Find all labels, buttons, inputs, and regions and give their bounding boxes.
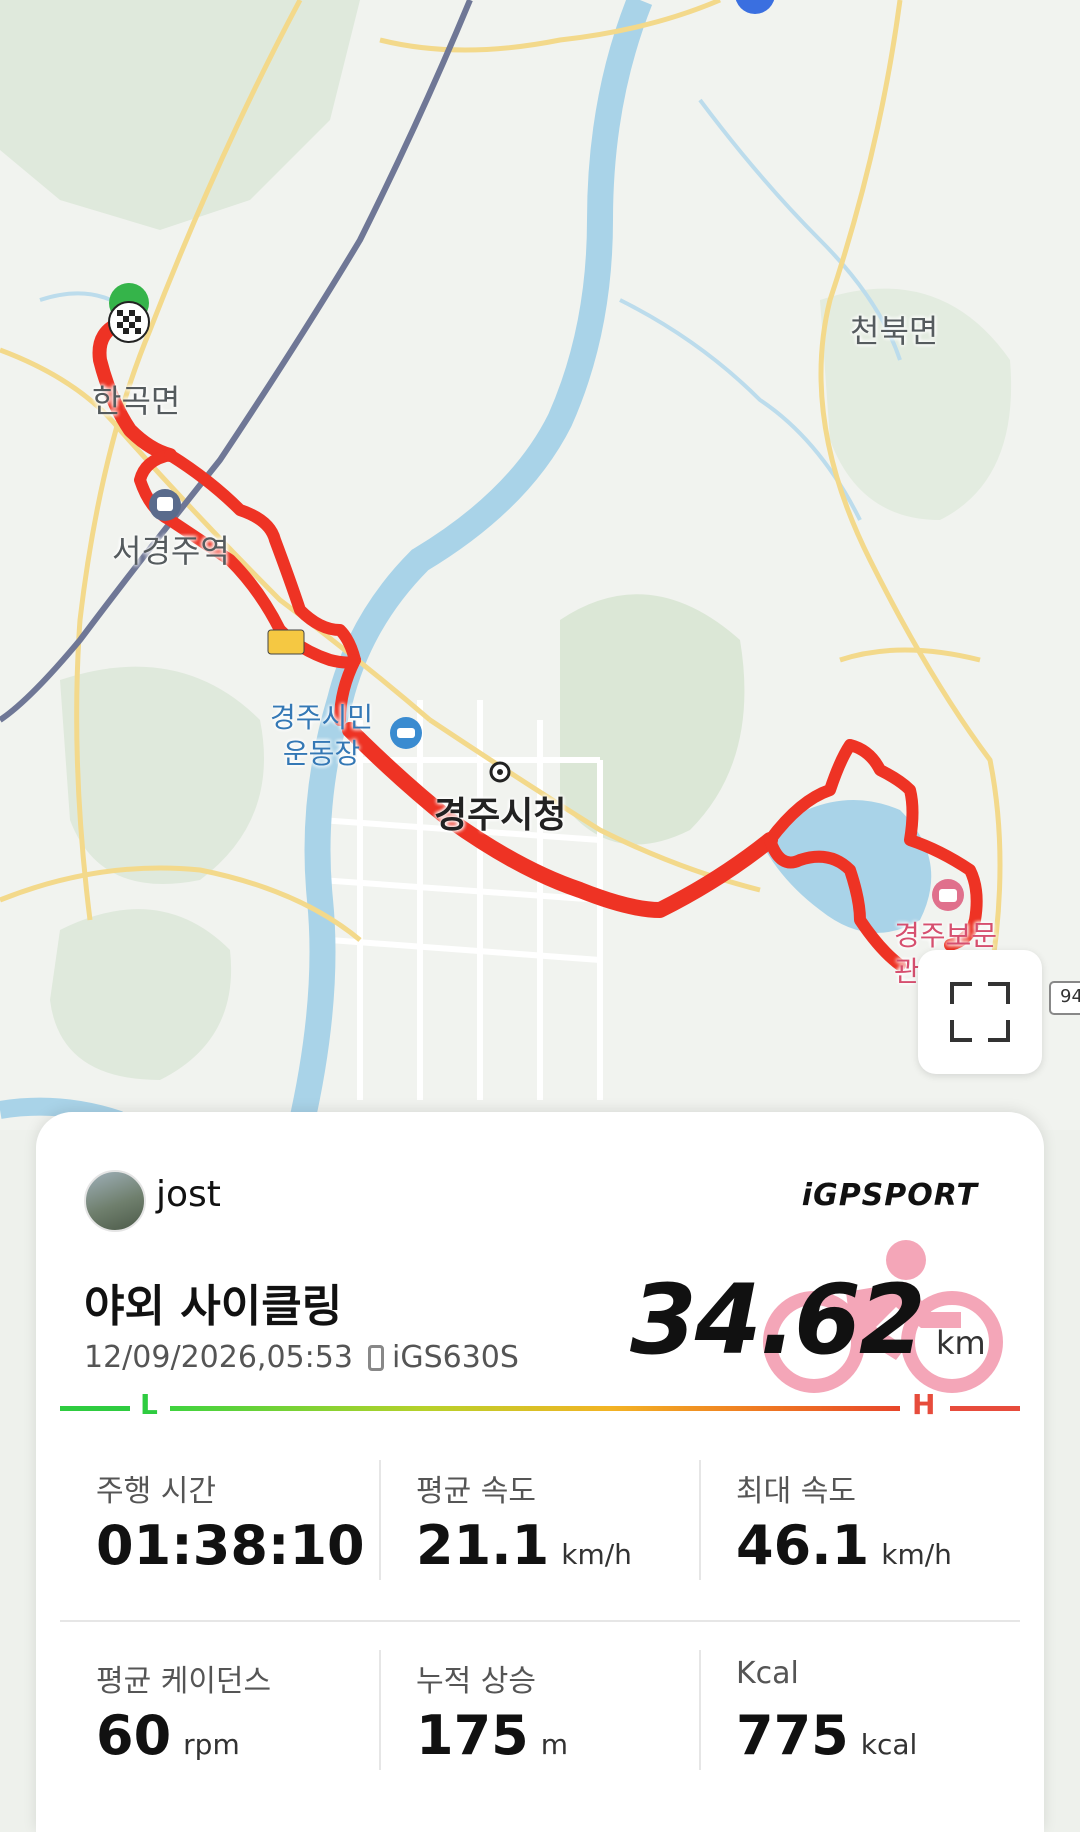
total-distance: 34.62 [630,1264,926,1376]
route-shield-number: 94 [1060,986,1080,1007]
activity-title: 야외 사이클링 [84,1281,343,1332]
stat-value: 21.1 km/h [416,1514,632,1577]
map-label-bomun: 경주보문 [894,919,998,952]
intensity-high-label: H [912,1388,936,1421]
stat-value: 01:38:10 [96,1514,365,1577]
route-map[interactable]: 한곡면 서경주역 천북면 경주시민 운동장 경주시청 경주보문 관 94 [0,0,1080,1130]
stat-value: 46.1 km/h [736,1514,952,1577]
map-label-stadium: 경주시민 운동장 [270,701,374,770]
fullscreen-button[interactable] [918,950,1042,1074]
divider [699,1460,701,1580]
divider [379,1650,381,1770]
stat-label: 누적 상승 [416,1664,536,1699]
stat-label: 최대 속도 [736,1474,856,1509]
stat-value: 775 kcal [736,1704,918,1767]
city-hall-marker [489,761,511,783]
stat-label: 평균 케이던스 [96,1664,272,1699]
stat-elevation-gain: 누적 상승 175 m [380,1650,700,1790]
device-name: iGS630S [392,1340,519,1375]
stat-value: 175 m [416,1704,569,1767]
map-label-bomun-2: 관 [894,955,920,988]
intensity-segment [60,1406,130,1411]
train-station-icon [149,489,181,521]
intensity-segment [950,1406,1020,1411]
distance-unit: km [936,1324,986,1362]
intensity-gradient [170,1406,900,1411]
intensity-low-label: L [140,1388,158,1421]
device-info: iGS630S [368,1340,519,1375]
device-icon [368,1344,384,1371]
divider [60,1620,1020,1622]
stat-label: 주행 시간 [96,1474,216,1509]
avatar[interactable] [84,1170,146,1232]
stat-value: 60 rpm [96,1704,240,1767]
stat-ride-time: 주행 시간 01:38:10 [60,1460,380,1600]
stat-avg-speed: 평균 속도 21.1 km/h [380,1460,700,1600]
start-finish-marker[interactable] [108,283,150,343]
stat-max-speed: 최대 속도 46.1 km/h [700,1460,1020,1600]
activity-datetime: 12/09/2026,05:53 [84,1340,353,1375]
username[interactable]: jost [156,1174,221,1215]
stat-calories: Kcal 775 kcal [700,1650,1020,1790]
stat-label: 평균 속도 [416,1474,536,1509]
stat-label: Kcal [736,1656,799,1691]
stadium-icon [390,717,422,749]
activity-summary-card: jost iGPSPORT 야외 사이클링 12/09/2026,05:53 i… [36,1112,1044,1832]
intensity-bar: L H [60,1388,1020,1428]
divider [699,1650,701,1770]
map-label-cityhall: 경주시청 [434,795,567,836]
camera-poi-icon [932,879,964,911]
road-sign [267,629,305,655]
map-label-cheonbuk: 천북면 [850,312,939,350]
map-label-seogyeongju: 서경주역 [112,532,230,570]
stat-avg-cadence: 평균 케이던스 60 rpm [60,1650,380,1790]
map-label-hangok: 한곡면 [92,382,181,420]
divider [379,1460,381,1580]
brand-logo: iGPSPORT [801,1178,978,1213]
